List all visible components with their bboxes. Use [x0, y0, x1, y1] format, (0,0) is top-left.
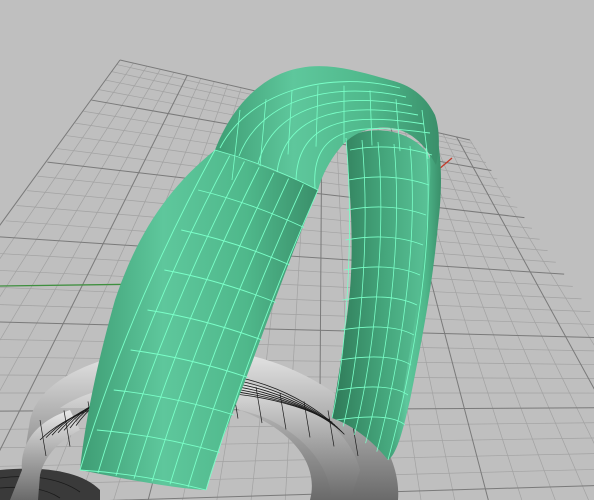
grid-line [429, 130, 589, 500]
grid-line [469, 139, 594, 346]
grid-line [0, 356, 594, 365]
grid-line [456, 136, 594, 390]
grid-line [0, 339, 594, 352]
perspective-viewport[interactable] [0, 0, 594, 500]
grid-line [442, 133, 594, 444]
grid-line [0, 321, 594, 338]
grid-line [0, 270, 582, 300]
